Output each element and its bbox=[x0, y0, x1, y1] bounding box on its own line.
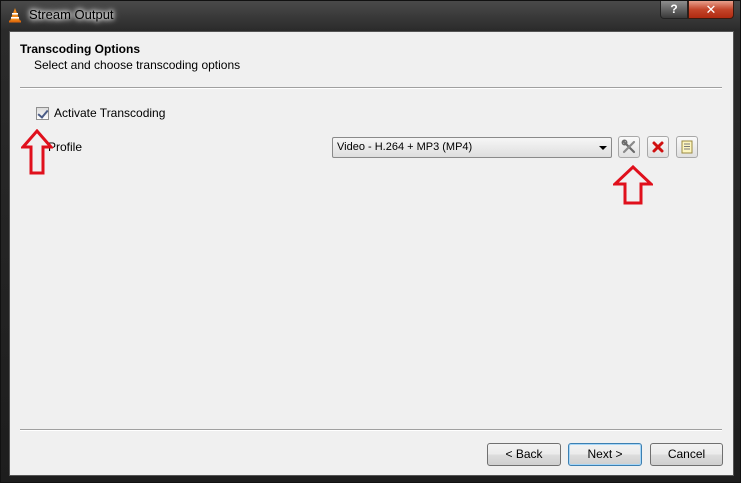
help-button[interactable]: ? bbox=[660, 1, 688, 19]
red-x-icon bbox=[652, 141, 664, 153]
edit-profile-button[interactable] bbox=[618, 136, 640, 158]
next-button[interactable]: Next > bbox=[568, 443, 642, 466]
window-title: Stream Output bbox=[29, 7, 114, 22]
stream-output-window: Stream Output ? ✕ Transcoding Options Se… bbox=[0, 0, 741, 483]
page-title: Transcoding Options bbox=[20, 42, 141, 56]
caption-buttons: ? ✕ bbox=[660, 1, 734, 21]
activate-transcoding-row[interactable]: Activate Transcoding bbox=[36, 106, 165, 120]
delete-profile-button[interactable] bbox=[647, 136, 669, 158]
notepad-icon bbox=[681, 140, 693, 154]
footer-divider bbox=[20, 429, 722, 431]
close-button[interactable]: ✕ bbox=[688, 1, 734, 19]
new-profile-button[interactable] bbox=[676, 136, 698, 158]
title-bar: Stream Output ? ✕ bbox=[1, 1, 741, 31]
wrench-screwdriver-icon bbox=[621, 139, 636, 154]
page-subtitle: Select and choose transcoding options bbox=[34, 58, 241, 72]
dialog-client-area: Transcoding Options Select and choose tr… bbox=[9, 31, 734, 476]
back-button-label: Back bbox=[515, 447, 543, 461]
annotation-arrow-up-icon bbox=[613, 165, 653, 205]
profile-label: Profile bbox=[48, 140, 83, 154]
vlc-cone-icon bbox=[9, 8, 21, 23]
activate-transcoding-checkbox[interactable] bbox=[36, 106, 49, 120]
profile-select[interactable]: Video - H.264 + MP3 (MP4) bbox=[332, 137, 612, 158]
back-button[interactable]: < Back bbox=[487, 443, 561, 466]
activate-transcoding-label: Activate Transcoding bbox=[54, 106, 166, 120]
header-divider bbox=[20, 87, 722, 89]
profile-select-value: Video - H.264 + MP3 (MP4) bbox=[337, 141, 473, 153]
chevron-down-icon bbox=[599, 146, 607, 150]
cancel-button[interactable]: Cancel bbox=[650, 443, 723, 466]
back-button-arrow: < bbox=[505, 447, 516, 461]
annotation-arrow-up-icon bbox=[21, 129, 53, 175]
